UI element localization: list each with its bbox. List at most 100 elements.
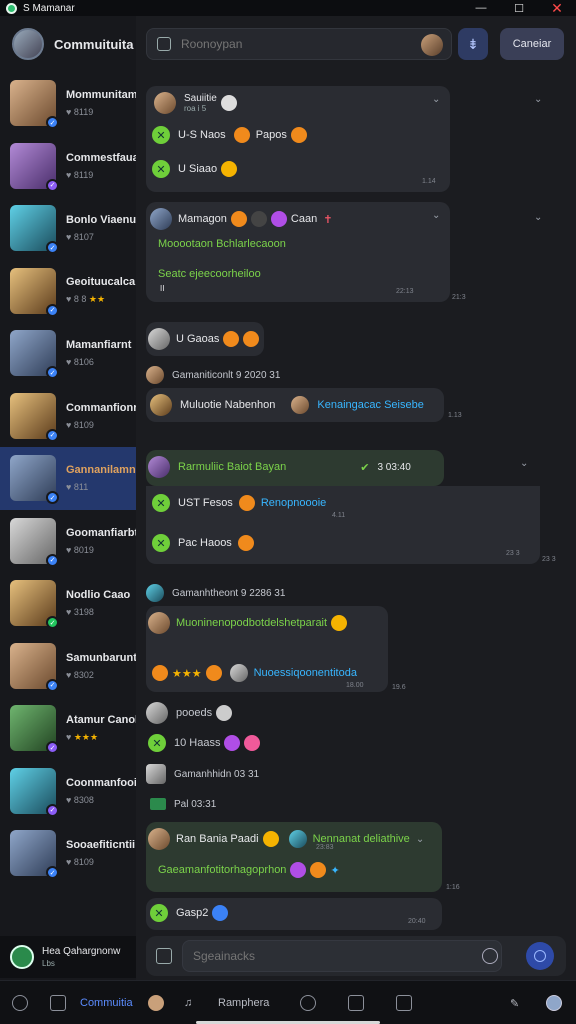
close-button[interactable]: ✕ bbox=[538, 0, 576, 16]
flag-icon bbox=[150, 798, 166, 810]
sidebar-item-label: Bonlo Viaenut bbox=[66, 214, 136, 227]
sidebar-item[interactable]: ✓ Geoituucalca ♥ 8 8 ★★ bbox=[0, 260, 136, 323]
message-meta: 23:83 bbox=[316, 844, 334, 851]
nav-communities[interactable]: Commuitia bbox=[80, 993, 133, 1013]
user-avatar[interactable] bbox=[148, 612, 170, 634]
reaction-icon[interactable] bbox=[220, 95, 237, 111]
sidebar-item[interactable]: ✓ Mamanfiarnt ♥ 8106 bbox=[0, 322, 136, 385]
community-avatar: ✓ bbox=[10, 392, 59, 442]
message-input[interactable] bbox=[193, 949, 473, 963]
nav-chat[interactable] bbox=[50, 993, 66, 1013]
message-field[interactable] bbox=[182, 940, 502, 972]
nav-edit[interactable]: ✎ bbox=[510, 993, 519, 1013]
chevron-down-icon[interactable]: ⌄ bbox=[432, 94, 440, 105]
user-avatar[interactable] bbox=[291, 396, 310, 414]
chat-panel: ⇟ Caneiar Sauiitie roa i 5 ⌄ ✕ U-S Naos … bbox=[136, 16, 576, 980]
message-timestamp: 23 3 bbox=[542, 556, 556, 563]
user-avatar[interactable] bbox=[148, 828, 170, 850]
sidebar-item-sub: ♥ 8302 bbox=[66, 669, 94, 680]
title-bar: S Mamanar — ☐ ✕ bbox=[0, 0, 576, 16]
notes-icon bbox=[348, 995, 364, 1011]
mention-link[interactable]: Kenaingacac Seisebe bbox=[317, 399, 423, 411]
message-card[interactable]: U Gaoas bbox=[146, 322, 264, 356]
nav-profile[interactable] bbox=[148, 993, 164, 1013]
search-input[interactable] bbox=[181, 37, 421, 51]
nav-tag[interactable] bbox=[396, 993, 412, 1013]
user-avatar[interactable] bbox=[146, 764, 166, 784]
message-text: pooeds bbox=[176, 707, 213, 719]
footer-name: Hea Qahargnonw bbox=[42, 946, 121, 957]
verified-icon: ✓ bbox=[46, 678, 59, 692]
sidebar-item[interactable]: ✓ Commanfionr ♥ 8109 bbox=[0, 385, 136, 448]
nav-notes[interactable] bbox=[348, 993, 364, 1013]
message-row[interactable]: pooeds bbox=[146, 702, 233, 724]
sidebar-footer[interactable]: Hea Qahargnonw Lbs bbox=[0, 936, 136, 978]
user-avatar[interactable] bbox=[229, 664, 248, 682]
minimize-button[interactable]: — bbox=[462, 0, 500, 16]
user-avatar[interactable] bbox=[146, 584, 164, 602]
system-message: Gamaniticonlt 9 2020 31 bbox=[146, 366, 280, 384]
avatar-icon bbox=[546, 995, 562, 1011]
verified-icon: ✓ bbox=[46, 366, 59, 380]
nav-avatar[interactable] bbox=[546, 993, 562, 1013]
chevron-down-icon[interactable]: ⌄ bbox=[534, 94, 542, 105]
user-avatar[interactable] bbox=[150, 208, 172, 230]
sidebar-item[interactable]: ✓ Gannanilamn ♥ 811 bbox=[0, 447, 136, 510]
user-avatar[interactable] bbox=[154, 92, 176, 114]
sidebar-item[interactable]: ✓ Samunbarunt ♥ 8302 bbox=[0, 635, 136, 698]
nav-music[interactable]: ♫ bbox=[184, 993, 192, 1013]
sidebar-item-sub: ♥ 8107 bbox=[66, 232, 94, 243]
mention-link[interactable]: Renopnoooie bbox=[261, 497, 326, 509]
chevron-down-icon[interactable]: ⌄ bbox=[416, 834, 424, 845]
user-avatar[interactable] bbox=[150, 394, 172, 416]
send-button[interactable] bbox=[526, 942, 554, 970]
profile-avatar[interactable] bbox=[12, 28, 44, 60]
message-card-body[interactable]: ✕ UST Fesos Renopnoooie 4.11 ✕ Pac Haoos… bbox=[146, 486, 540, 564]
nav-phone[interactable]: Ramphera bbox=[218, 993, 269, 1013]
sidebar-item[interactable]: ✓ Coonmanfooir ♥ 8308 bbox=[0, 760, 136, 823]
maximize-button[interactable]: ☐ bbox=[500, 0, 538, 16]
filter-button[interactable]: ⇟ bbox=[458, 28, 488, 60]
message-card[interactable]: Ran Bania Paadi Nennanat deliathive ⌄ 23… bbox=[146, 822, 442, 892]
message-row[interactable]: ✕ 10 Haass bbox=[148, 734, 261, 752]
nav-compass[interactable] bbox=[12, 993, 28, 1013]
message-author: Rarmuliic Baiot Bayan bbox=[178, 461, 287, 473]
message-card[interactable]: Sauiitie roa i 5 ⌄ ✕ U-S Naos Papos ✕ U … bbox=[146, 86, 450, 192]
emoji-picker-icon[interactable] bbox=[482, 948, 498, 964]
attach-icon[interactable] bbox=[156, 948, 172, 964]
community-list: ✓ Mommunitamn ♥ 8119 ✓ Commestfauan ♥ 8119 ✓ Bo… bbox=[0, 72, 136, 885]
message-author: Sauiitie bbox=[184, 93, 217, 104]
message-text: UST Fesos bbox=[178, 497, 233, 509]
cancel-button[interactable]: Caneiar bbox=[500, 28, 564, 60]
message-timestamp: 22:13 bbox=[396, 288, 414, 295]
user-avatar[interactable] bbox=[146, 366, 164, 384]
nav-shield[interactable] bbox=[300, 993, 316, 1013]
mention-link[interactable]: Nuoessiqoonentitoda bbox=[254, 667, 357, 679]
message-card[interactable]: Muoninenopodbotdelshetparait ★★★ Nuoessi… bbox=[146, 606, 388, 692]
message-timestamp: 1.14 bbox=[422, 178, 436, 185]
message-card[interactable]: Mamagon Caan ✝ ⌄ Mooootaon Bchlarlecaoon… bbox=[146, 202, 450, 302]
search-avatar[interactable] bbox=[421, 34, 443, 56]
sidebar-item[interactable]: ✓ Goomanfiarbt ♥ 8019 bbox=[0, 510, 136, 573]
verified-icon: ✓ bbox=[46, 303, 59, 317]
message-card[interactable]: Muluotie Nabenhon Kenaingacac Seisebe bbox=[146, 388, 444, 422]
chevron-down-icon[interactable]: ⌄ bbox=[432, 210, 440, 221]
chevron-down-icon[interactable]: ⌄ bbox=[534, 212, 542, 223]
message-text: Seatc ejeecoorheiloo bbox=[158, 268, 261, 280]
user-avatar[interactable] bbox=[148, 328, 170, 350]
chevron-down-icon[interactable]: ⌄ bbox=[520, 458, 528, 469]
message-card[interactable]: Rarmuliic Baiot Bayan ✔ 3 03:40 bbox=[146, 450, 444, 486]
sidebar-item[interactable]: ✓ Sooaefiticntii ♥ 8109 bbox=[0, 822, 136, 885]
user-avatar[interactable] bbox=[148, 456, 170, 478]
sidebar-item-sub: ♥ 8106 bbox=[66, 357, 94, 368]
search-bar[interactable] bbox=[146, 28, 452, 60]
sidebar-item[interactable]: ✓ Atamur Canol ♥ ★★★ bbox=[0, 697, 136, 760]
sidebar-item[interactable]: ✓ Commestfauan ♥ 8119 bbox=[0, 135, 136, 198]
user-avatar[interactable] bbox=[146, 702, 168, 724]
sidebar-item[interactable]: ✓ Nodlio Caao ♥ 3198 bbox=[0, 572, 136, 635]
verified-icon: ✓ bbox=[46, 428, 59, 442]
sidebar-item[interactable]: ✓ Mommunitamn ♥ 8119 bbox=[0, 72, 136, 135]
message-card[interactable]: ✕ Gasp2 20:40 bbox=[146, 898, 442, 930]
sidebar-item[interactable]: ✓ Bonlo Viaenut ♥ 8107 bbox=[0, 197, 136, 260]
user-avatar[interactable] bbox=[288, 830, 307, 848]
